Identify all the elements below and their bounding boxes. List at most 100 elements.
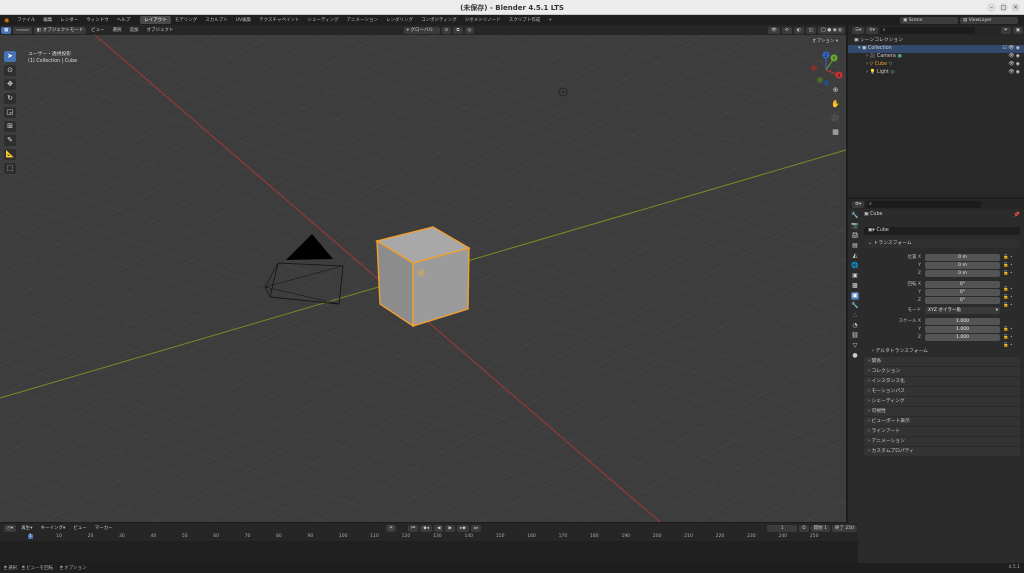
mode-selector[interactable]: ◧ オブジェクトモード bbox=[34, 26, 87, 34]
options-button[interactable]: オプション ▾ bbox=[809, 38, 842, 45]
cube-object[interactable] bbox=[375, 226, 471, 328]
xray-toggle[interactable]: ◫ bbox=[805, 26, 816, 34]
blender-logo-icon[interactable]: ◉ bbox=[0, 17, 13, 24]
maximize-button[interactable]: □ bbox=[999, 3, 1008, 12]
menu-file[interactable]: ファイル bbox=[13, 17, 39, 23]
tab-animation[interactable]: アニメーション bbox=[343, 16, 382, 24]
transform-panel-header[interactable]: ⌄ トランスフォーム bbox=[864, 239, 1020, 248]
jump-end-button[interactable]: ⏭ bbox=[470, 524, 481, 532]
data-tab-icon[interactable]: ▽ bbox=[851, 342, 859, 350]
start-frame-field[interactable]: 開始 1 bbox=[810, 524, 830, 532]
rotation-x-field[interactable]: 0° bbox=[925, 281, 1000, 288]
section-shading[interactable]: › シェーディング bbox=[864, 397, 1020, 406]
new-collection-button[interactable]: ▣ bbox=[1012, 27, 1023, 34]
navigation-gizmo[interactable]: X Y Z bbox=[806, 50, 846, 86]
next-keyframe-button[interactable]: ▸◆ bbox=[456, 524, 469, 532]
outliner-editor-type[interactable]: ☰▾ bbox=[852, 27, 865, 34]
scene-selector[interactable]: ▣ Scene bbox=[900, 16, 958, 24]
shading-modes[interactable]: ◯ ● ◉ ◍ bbox=[817, 26, 845, 34]
tab-uv-editing[interactable]: UV編集 bbox=[232, 16, 255, 24]
outliner-item-cube[interactable]: › ▽ Cube ▽ 👁 ◉ bbox=[848, 61, 1024, 69]
transform-orientation[interactable]: ⌖ グローバル bbox=[403, 26, 440, 34]
jump-start-button[interactable]: ⏮ bbox=[408, 524, 419, 532]
marker-menu[interactable]: マーカー bbox=[92, 525, 116, 532]
scale-tool-icon[interactable]: ◲ bbox=[4, 107, 16, 118]
tab-scripting[interactable]: スクリプト作成 bbox=[505, 16, 545, 24]
cube-toggles[interactable]: 👁 ◉ bbox=[1008, 61, 1020, 69]
pivot-point-button[interactable]: ⊙ bbox=[441, 26, 452, 34]
zoom-icon[interactable]: ⊕ bbox=[830, 85, 841, 96]
gizmo-toggle[interactable]: ⟲ bbox=[781, 26, 792, 34]
object-menu[interactable]: オブジェクト bbox=[144, 27, 177, 34]
move-tool-icon[interactable]: ✥ bbox=[4, 79, 16, 90]
location-x-field[interactable]: 0 m bbox=[925, 254, 1000, 261]
section-animation[interactable]: › アニメーション bbox=[864, 437, 1020, 446]
tab-sculpt[interactable]: スカルプト bbox=[201, 16, 232, 24]
minimize-button[interactable]: – bbox=[987, 3, 996, 12]
modifier-tab-icon[interactable]: 🔧 bbox=[851, 302, 859, 310]
outliner-search-input[interactable]: ⌕ bbox=[879, 27, 975, 34]
tab-rendering[interactable]: レンダリング bbox=[382, 16, 417, 24]
snap-button[interactable]: ⧉ bbox=[453, 26, 463, 34]
playback-menu[interactable]: 再生▾ bbox=[18, 525, 35, 532]
collection-toggles[interactable]: ☑ 👁 ◉ bbox=[1002, 45, 1020, 53]
scale-z-field[interactable]: 1.000 bbox=[925, 334, 1000, 341]
tool-tab-icon[interactable]: 🔧 bbox=[851, 212, 859, 220]
object-name-field[interactable]: ▣▾ Cube bbox=[864, 227, 1020, 235]
outliner-scene-collection[interactable]: ▣ シーンコレクション bbox=[848, 37, 1024, 45]
add-workspace-button[interactable]: + bbox=[544, 17, 556, 24]
measure-tool-icon[interactable]: 📐 bbox=[4, 149, 16, 160]
keying-menu[interactable]: キーイング▾ bbox=[37, 525, 68, 532]
play-reverse-button[interactable]: ◀ bbox=[434, 524, 444, 532]
section-motion-paths[interactable]: › モーションパス bbox=[864, 387, 1020, 396]
properties-editor-type[interactable]: ⚙▾ bbox=[852, 200, 865, 208]
editor-type-button[interactable]: ▦ bbox=[1, 26, 12, 34]
object-tab-icon[interactable]: ▣ bbox=[851, 292, 859, 300]
tab-shading[interactable]: シェーディング bbox=[303, 16, 342, 24]
record-button[interactable]: ⦿ bbox=[385, 524, 397, 532]
rotate-tool-icon[interactable]: ↻ bbox=[4, 93, 16, 104]
close-button[interactable]: × bbox=[1011, 3, 1020, 12]
select-menu[interactable]: 選択 bbox=[110, 27, 125, 34]
3d-viewport[interactable]: ユーザー・透視投影 (1) Collection | Cube オプション ▾ … bbox=[0, 35, 846, 522]
end-frame-field[interactable]: 終了 250 bbox=[831, 524, 857, 532]
physics-tab-icon[interactable]: ◔ bbox=[851, 322, 859, 330]
menu-window[interactable]: ウィンドウ bbox=[82, 17, 113, 23]
add-cube-tool-icon[interactable]: ⬚ bbox=[4, 163, 16, 174]
light-toggles[interactable]: 👁 ◉ bbox=[1008, 69, 1020, 77]
select-box-mode[interactable]: ▭▭▭ bbox=[13, 26, 33, 34]
tab-geometry-nodes[interactable]: ジオメトリノード bbox=[461, 16, 505, 24]
timeline-track-area[interactable] bbox=[0, 541, 858, 563]
outliner-collection-row[interactable]: ▾ ▣ Collection ☑ 👁 ◉ bbox=[848, 45, 1024, 53]
pin-icon[interactable]: 📌 bbox=[1014, 212, 1020, 218]
properties-search-input[interactable]: ⌕ bbox=[866, 200, 982, 208]
menu-help[interactable]: ヘルプ bbox=[113, 17, 135, 23]
prev-keyframe-button[interactable]: ◆◂ bbox=[420, 524, 433, 532]
world-tab-icon[interactable]: 🌐 bbox=[851, 262, 859, 270]
view-menu[interactable]: ビュー bbox=[88, 27, 108, 34]
proportional-edit-button[interactable]: ◎ bbox=[464, 26, 475, 34]
texture-tab-icon[interactable]: ▩ bbox=[851, 282, 859, 290]
scale-y-field[interactable]: 1.000 bbox=[925, 326, 1000, 333]
menu-render[interactable]: レンダー bbox=[56, 17, 82, 23]
menu-edit[interactable]: 編集 bbox=[39, 17, 56, 23]
outliner-filter-button[interactable]: ⏷ bbox=[1001, 27, 1011, 34]
rotation-y-field[interactable]: 0° bbox=[925, 289, 1000, 296]
view-layer-tab-icon[interactable]: ▤ bbox=[851, 242, 859, 250]
section-line-art[interactable]: › ラインアート bbox=[864, 427, 1020, 436]
camera-view-icon[interactable]: 🎥 bbox=[830, 113, 841, 124]
location-y-field[interactable]: 0 m bbox=[925, 262, 1000, 269]
current-frame-field[interactable]: 1 bbox=[767, 524, 798, 532]
tab-compositing[interactable]: コンポジティング bbox=[417, 16, 461, 24]
tab-layout[interactable]: レイアウト bbox=[140, 16, 171, 24]
section-custom-properties[interactable]: › カスタムプロパティ bbox=[864, 447, 1020, 456]
constraints-tab-icon[interactable]: ⛓ bbox=[851, 332, 859, 340]
overlay-toggle[interactable]: ◐ bbox=[793, 26, 804, 34]
transform-tool-icon[interactable]: ⊞ bbox=[4, 121, 16, 132]
preview-range-icon[interactable]: ⏱ bbox=[799, 524, 809, 532]
add-menu[interactable]: 追加 bbox=[127, 27, 142, 34]
visibility-button[interactable]: 👁 bbox=[768, 26, 780, 34]
cursor-tool-icon[interactable]: ⊙ bbox=[4, 65, 16, 76]
rotation-mode-select[interactable]: XYZ オイラー角 ▾ bbox=[925, 307, 1000, 314]
section-instancing[interactable]: › インスタンス化 bbox=[864, 377, 1020, 386]
